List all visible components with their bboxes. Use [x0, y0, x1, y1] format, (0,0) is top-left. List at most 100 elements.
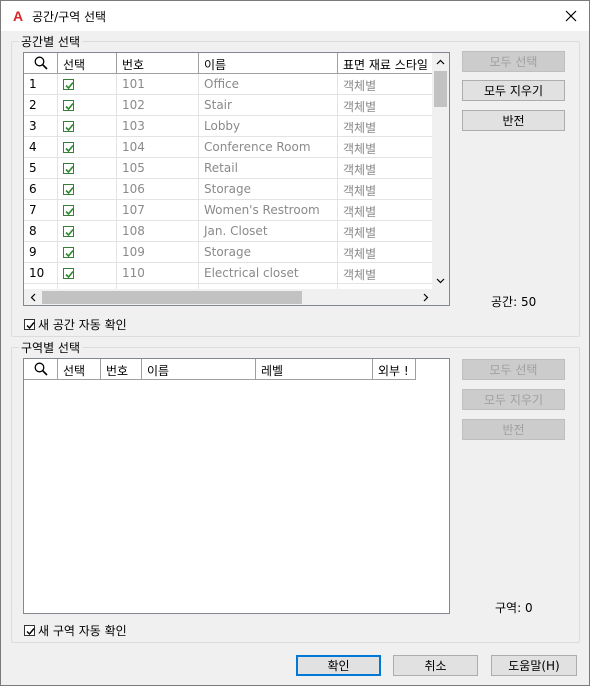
checkmark-icon	[65, 249, 74, 258]
table-row[interactable]: 1 101 Office 객체별	[24, 74, 434, 95]
checkmark-icon	[65, 228, 74, 237]
help-button[interactable]: 도움말(H)	[491, 655, 577, 676]
row-name: Lobby	[199, 116, 338, 137]
space-grid: 선택 번호 이름 표면 재료 스타일 1 101 Office 객체별 2 102 Stai…	[23, 52, 450, 306]
search-icon	[34, 56, 48, 70]
table-row[interactable]: 9 109 Storage 객체별	[24, 242, 434, 263]
row-number: 102	[117, 95, 199, 116]
row-select-checkbox[interactable]	[63, 142, 74, 153]
space-zone-select-dialog: A 공간/구역 선택 공간별 선택 선택 번호 이름 표면 재료 스타일 1 10…	[0, 0, 590, 686]
close-icon	[565, 10, 577, 22]
zone-invert-button[interactable]: 반전	[462, 419, 565, 440]
space-grid-horizontal-scrollbar[interactable]	[24, 289, 434, 305]
checkmark-icon	[65, 207, 74, 216]
row-number: 106	[117, 179, 199, 200]
checkmark-icon	[65, 270, 74, 279]
row-select-checkbox[interactable]	[63, 205, 74, 216]
close-button[interactable]	[559, 5, 583, 27]
space-col-surface-style[interactable]: 표면 재료 스타일	[338, 53, 434, 74]
space-col-name[interactable]: 이름	[199, 53, 338, 74]
row-select-checkbox[interactable]	[63, 184, 74, 195]
row-select-cell	[58, 116, 117, 137]
table-row[interactable]: 4 104 Conference Room 객체별	[24, 137, 434, 158]
table-row[interactable]: 2 102 Stair 객체별	[24, 95, 434, 116]
zone-col-number[interactable]: 번호	[101, 359, 142, 380]
zone-auto-check-checkbox[interactable]	[24, 625, 35, 636]
row-surface-style: 객체별	[338, 116, 434, 137]
space-grid-search-button[interactable]	[24, 53, 58, 74]
scroll-right-arrow-icon[interactable]	[417, 289, 434, 305]
space-col-select[interactable]: 선택	[58, 53, 117, 74]
row-surface-style: 객체별	[338, 137, 434, 158]
row-select-checkbox[interactable]	[63, 163, 74, 174]
row-select-cell	[58, 221, 117, 242]
row-select-checkbox[interactable]	[63, 79, 74, 90]
row-surface-style: 객체별	[338, 221, 434, 242]
space-auto-check-option[interactable]: 새 공간 자동 확인	[24, 316, 127, 333]
table-row[interactable]: 6 106 Storage 객체별	[24, 179, 434, 200]
row-index: 5	[24, 158, 58, 179]
row-surface-style: 객체별	[338, 95, 434, 116]
space-clear-all-button[interactable]: 모두 지우기	[462, 80, 565, 101]
space-col-number[interactable]: 번호	[117, 53, 199, 74]
zone-selection-group-title: 구역별 선택	[19, 339, 83, 356]
row-select-checkbox[interactable]	[63, 268, 74, 279]
autocad-logo-icon: A	[12, 8, 24, 24]
zone-select-all-button[interactable]: 모두 선택	[462, 359, 565, 380]
zone-col-name[interactable]: 이름	[142, 359, 256, 380]
zone-count-label: 구역: 0	[495, 601, 533, 615]
row-index: 3	[24, 116, 58, 137]
table-row[interactable]: 5 105 Retail 객체별	[24, 158, 434, 179]
row-index: 8	[24, 221, 58, 242]
zone-col-exterior[interactable]: 외부 !	[373, 359, 416, 380]
row-index: 6	[24, 179, 58, 200]
title-bar: A 공간/구역 선택	[1, 1, 589, 31]
zone-grid: 선택 번호 이름 레벨 외부 !	[23, 358, 450, 614]
row-number: 105	[117, 158, 199, 179]
table-row[interactable]: 10 110 Electrical closet 객체별	[24, 263, 434, 284]
row-number: 103	[117, 116, 199, 137]
row-select-checkbox[interactable]	[63, 100, 74, 111]
cancel-button[interactable]: 취소	[393, 655, 478, 676]
row-name: Retail	[199, 158, 338, 179]
checkmark-icon	[65, 144, 74, 153]
checkmark-icon	[65, 102, 74, 111]
space-grid-header: 선택 번호 이름 표면 재료 스타일	[24, 53, 434, 74]
space-invert-button[interactable]: 반전	[462, 110, 565, 131]
ok-button[interactable]: 확인	[296, 655, 381, 676]
checkmark-icon	[65, 123, 74, 132]
table-row[interactable]: 8 108 Jan. Closet 객체별	[24, 221, 434, 242]
row-select-checkbox[interactable]	[63, 247, 74, 258]
zone-clear-all-button[interactable]: 모두 지우기	[462, 389, 565, 410]
space-grid-horizontal-thumb[interactable]	[42, 291, 302, 304]
table-row[interactable]: 3 103 Lobby 객체별	[24, 116, 434, 137]
row-number: 108	[117, 221, 199, 242]
scroll-left-arrow-icon[interactable]	[24, 289, 41, 305]
row-number: 109	[117, 242, 199, 263]
table-row[interactable]: 7 107 Women's Restroom 객체별	[24, 200, 434, 221]
space-grid-vertical-thumb[interactable]	[434, 71, 447, 107]
scroll-down-arrow-icon[interactable]	[432, 272, 449, 289]
scroll-up-arrow-icon[interactable]	[432, 53, 449, 70]
zone-auto-check-option[interactable]: 새 구역 자동 확인	[24, 622, 127, 639]
zone-grid-search-button[interactable]	[24, 359, 58, 380]
row-select-cell	[58, 137, 117, 158]
zone-col-level[interactable]: 레벨	[256, 359, 373, 380]
row-name: Stair	[199, 95, 338, 116]
space-select-all-button[interactable]: 모두 선택	[462, 51, 565, 72]
space-count-label: 공간: 50	[491, 295, 537, 309]
row-select-cell	[58, 95, 117, 116]
checkmark-icon	[65, 165, 74, 174]
space-grid-vertical-scrollbar[interactable]	[432, 53, 449, 289]
row-name: Jan. Closet	[199, 221, 338, 242]
zone-col-select[interactable]: 선택	[58, 359, 101, 380]
row-index: 2	[24, 95, 58, 116]
checkmark-icon	[65, 81, 74, 90]
zone-grid-header: 선택 번호 이름 레벨 외부 !	[24, 359, 416, 380]
space-auto-check-checkbox[interactable]	[24, 319, 35, 330]
row-select-checkbox[interactable]	[63, 121, 74, 132]
row-select-checkbox[interactable]	[63, 226, 74, 237]
checkmark-icon	[65, 186, 74, 195]
row-index: 4	[24, 137, 58, 158]
row-number: 101	[117, 74, 199, 95]
